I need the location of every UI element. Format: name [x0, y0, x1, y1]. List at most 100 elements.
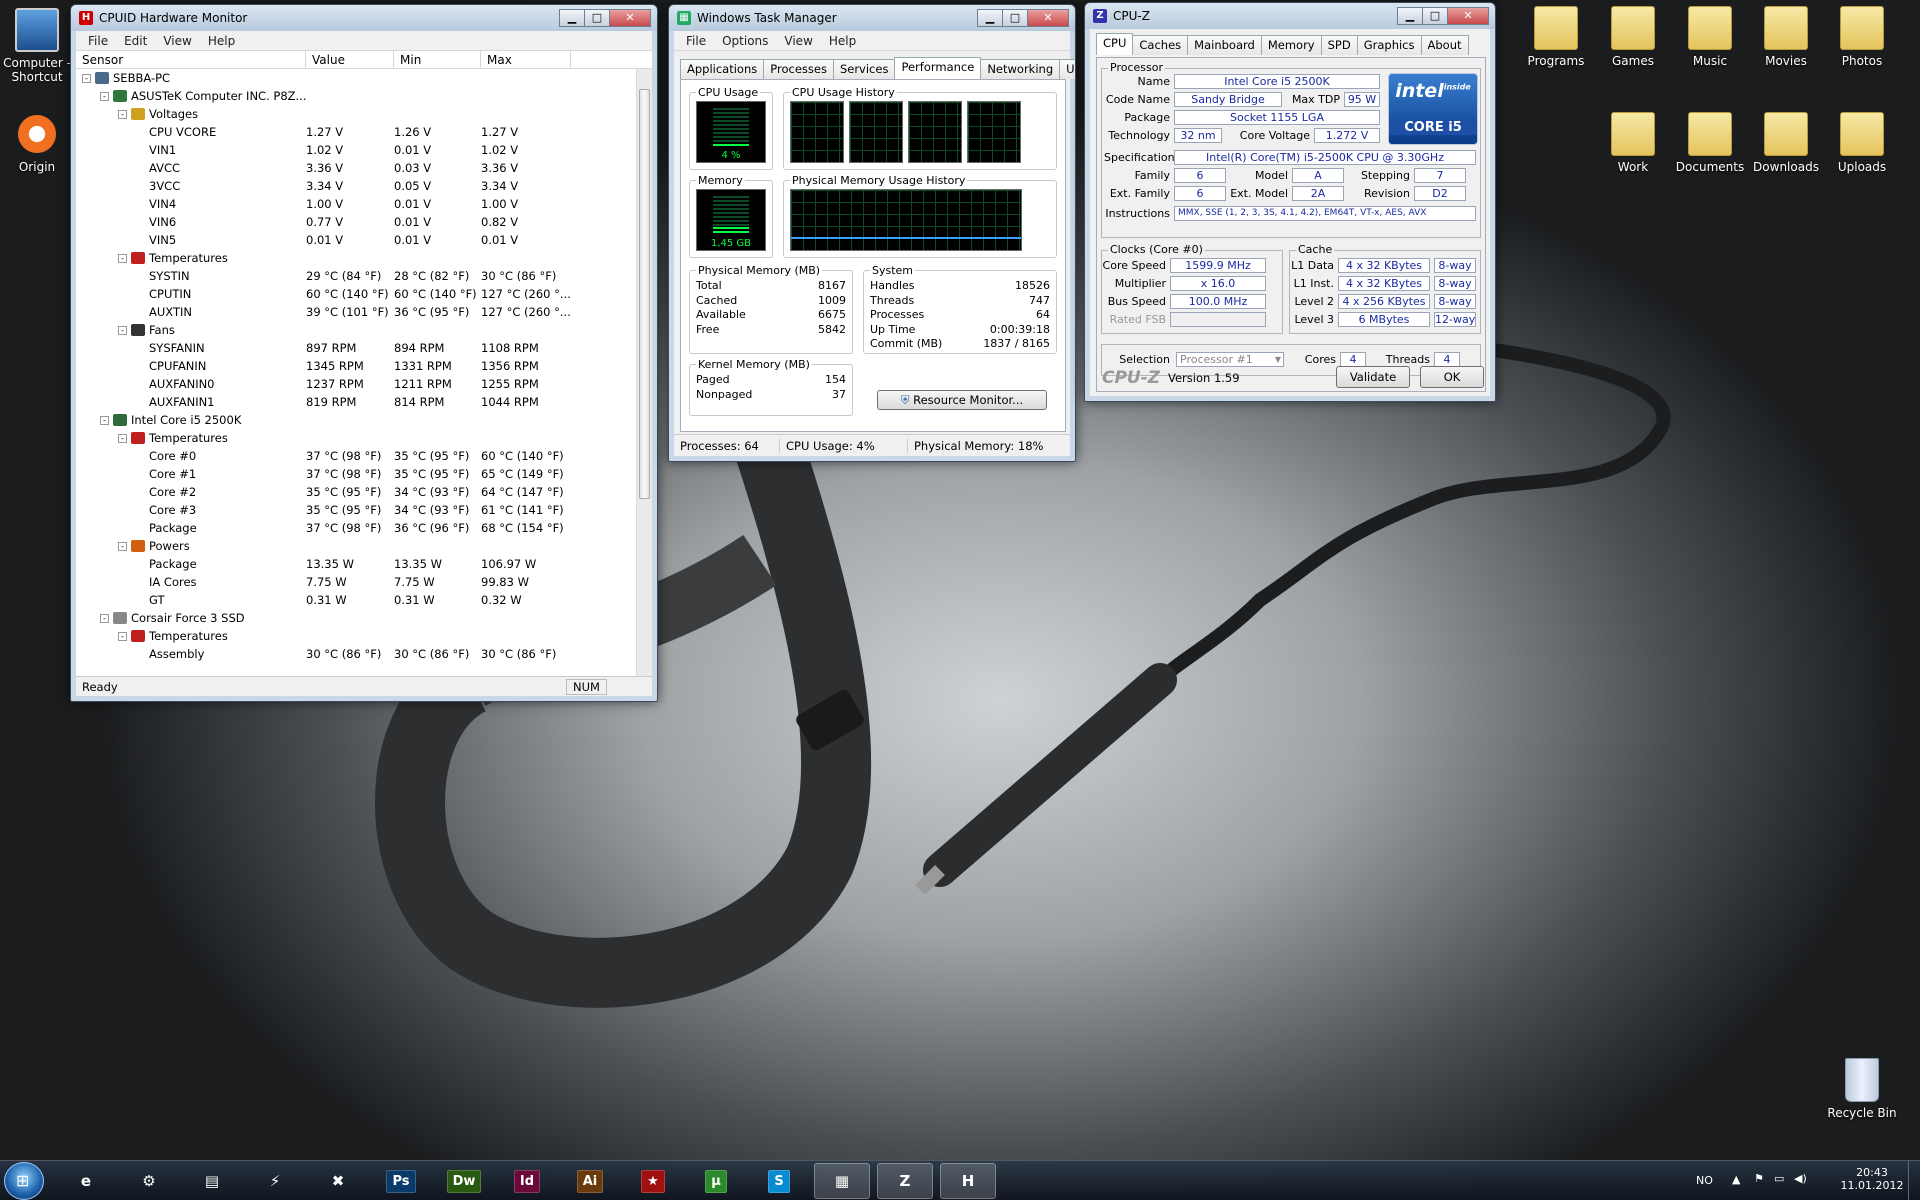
menu-edit[interactable]: Edit	[116, 34, 155, 48]
clock[interactable]: 20:43 11.01.2012	[1840, 1166, 1904, 1192]
task-manager-window[interactable]: ▦ Windows Task Manager ▁ □ ✕ File Options …	[668, 4, 1076, 462]
sensor-row[interactable]: - Corsair Force 3 SSD	[76, 609, 636, 627]
desktop-icon-music[interactable]: Music	[1668, 6, 1752, 68]
desktop-icon-uploads[interactable]: Uploads	[1820, 112, 1904, 174]
sensor-row[interactable]: CPUFANIN 1345 RPM 1331 RPM 1356 RPM	[76, 357, 636, 375]
tab-processes[interactable]: Processes	[763, 59, 834, 79]
tree-expander-icon[interactable]: -	[118, 433, 127, 443]
sensor-row[interactable]: AVCC 3.36 V 0.03 V 3.36 V	[76, 159, 636, 177]
sensor-row[interactable]: AUXTIN 39 °C (101 °F) 36 °C (95 °F) 127 °C …	[76, 303, 636, 321]
column-header-value[interactable]: Value	[306, 51, 394, 68]
menu-options[interactable]: Options	[714, 34, 776, 48]
column-header-sensor[interactable]: Sensor	[76, 51, 306, 68]
sensor-row[interactable]: Assembly 30 °C (86 °F) 30 °C (86 °F) 30 °C …	[76, 645, 636, 663]
sensor-row[interactable]: Core #2 35 °C (95 °F) 34 °C (93 °F) 64 °C (…	[76, 483, 636, 501]
tab-cpu[interactable]: CPU	[1096, 33, 1134, 55]
desktop-icon-photos[interactable]: Photos	[1820, 6, 1904, 68]
tab-mainboard[interactable]: Mainboard	[1187, 35, 1262, 55]
tab-about[interactable]: About	[1420, 35, 1469, 55]
sensor-row[interactable]: VIN6 0.77 V 0.01 V 0.82 V	[76, 213, 636, 231]
desktop-icon-documents[interactable]: Documents	[1668, 112, 1752, 174]
sensor-row[interactable]: Package 13.35 W 13.35 W 106.97 W	[76, 555, 636, 573]
maximize-button[interactable]: □	[1422, 7, 1448, 25]
taskbar-button-utorrent[interactable]: µ	[688, 1163, 744, 1199]
sensor-row[interactable]: GT 0.31 W 0.31 W 0.32 W	[76, 591, 636, 609]
sensor-row[interactable]: - Voltages	[76, 105, 636, 123]
desktop-icon-recycle-bin[interactable]: Recycle Bin	[1820, 1058, 1904, 1120]
maximize-button[interactable]: □	[584, 9, 610, 27]
sensor-row[interactable]: - Temperatures	[76, 429, 636, 447]
sensor-row[interactable]: CPU VCORE 1.27 V 1.26 V 1.27 V	[76, 123, 636, 141]
tree-expander-icon[interactable]: -	[118, 541, 127, 551]
tab-caches[interactable]: Caches	[1132, 35, 1189, 55]
close-button[interactable]: ✕	[1447, 7, 1489, 25]
taskbar-button-file-explorer[interactable]: ▤	[184, 1163, 240, 1199]
desktop-icon-work[interactable]: Work	[1591, 112, 1675, 174]
sensor-row[interactable]: AUXFANIN0 1237 RPM 1211 RPM 1255 RPM	[76, 375, 636, 393]
ok-button[interactable]: OK	[1420, 366, 1484, 388]
minimize-button[interactable]: ▁	[977, 9, 1003, 27]
taskbar-button-cpu-z[interactable]: Z	[877, 1163, 933, 1199]
show-desktop-button[interactable]	[1908, 1161, 1920, 1200]
action-center-icon[interactable]: ⚑	[1754, 1172, 1764, 1185]
close-button[interactable]: ✕	[609, 9, 651, 27]
volume-icon[interactable]: ◀)	[1794, 1172, 1807, 1185]
sensor-row[interactable]: - Temperatures	[76, 249, 636, 267]
taskbar-button-network-app[interactable]: ⚙	[121, 1163, 177, 1199]
start-button[interactable]: ⊞	[4, 1162, 44, 1200]
menu-view[interactable]: View	[155, 34, 199, 48]
taskbar-button-internet-explorer[interactable]: e	[58, 1163, 114, 1199]
desktop-icon-downloads[interactable]: Downloads	[1744, 112, 1828, 174]
sensor-row[interactable]: - Intel Core i5 2500K	[76, 411, 636, 429]
tab-services[interactable]: Services	[832, 59, 896, 79]
taskbar-button-indesign[interactable]: Id	[499, 1163, 555, 1199]
taskbar-button-task-manager[interactable]: ▦	[814, 1163, 870, 1199]
taskbar-button-chip-app[interactable]: ✖	[310, 1163, 366, 1199]
sensor-row[interactable]: - Temperatures	[76, 627, 636, 645]
sensor-row[interactable]: - SEBBA-PC	[76, 69, 636, 87]
sensor-row[interactable]: SYSTIN 29 °C (84 °F) 28 °C (82 °F) 30 °C (8…	[76, 267, 636, 285]
tree-expander-icon[interactable]: -	[118, 325, 127, 335]
tree-expander-icon[interactable]: -	[118, 253, 127, 263]
column-header-max[interactable]: Max	[481, 51, 571, 68]
close-button[interactable]: ✕	[1027, 9, 1069, 27]
tab-users[interactable]: Users	[1059, 59, 1075, 79]
tab-performance[interactable]: Performance	[894, 57, 982, 79]
validate-button[interactable]: Validate	[1336, 366, 1410, 388]
sensor-tree[interactable]: - SEBBA-PC - ASUSTeK Computer INC. P8Z... - V…	[76, 69, 636, 676]
desktop-icon-computer[interactable]: Computer - Shortcut	[0, 8, 74, 84]
minimize-button[interactable]: ▁	[1397, 7, 1423, 25]
tray-expand-icon[interactable]: ▲	[1732, 1173, 1740, 1186]
tab-graphics[interactable]: Graphics	[1356, 35, 1422, 55]
column-header-min[interactable]: Min	[394, 51, 481, 68]
tree-expander-icon[interactable]: -	[118, 109, 127, 119]
vertical-scrollbar[interactable]	[636, 69, 652, 676]
taskbar-button-pokerstars[interactable]: ★	[625, 1163, 681, 1199]
desktop-icon-programs[interactable]: Programs	[1514, 6, 1598, 68]
menu-file[interactable]: File	[678, 34, 714, 48]
sensor-row[interactable]: IA Cores 7.75 W 7.75 W 99.83 W	[76, 573, 636, 591]
taskbar-button-skype[interactable]: S	[751, 1163, 807, 1199]
language-indicator[interactable]: NO	[1696, 1174, 1713, 1187]
tab-memory[interactable]: Memory	[1260, 35, 1322, 55]
scrollbar-thumb[interactable]	[639, 89, 650, 499]
desktop-icon-movies[interactable]: Movies	[1744, 6, 1828, 68]
sensor-row[interactable]: 3VCC 3.34 V 0.05 V 3.34 V	[76, 177, 636, 195]
title-bar[interactable]: ▦ Windows Task Manager ▁ □ ✕	[669, 5, 1075, 31]
menu-help[interactable]: Help	[821, 34, 864, 48]
taskbar-button-photoshop[interactable]: Ps	[373, 1163, 429, 1199]
tab-spd[interactable]: SPD	[1320, 35, 1358, 55]
minimize-button[interactable]: ▁	[559, 9, 585, 27]
desktop-icon-origin[interactable]: Origin	[0, 112, 74, 174]
maximize-button[interactable]: □	[1002, 9, 1028, 27]
taskbar-button-hwmonitor[interactable]: H	[940, 1163, 996, 1199]
sensor-row[interactable]: VIN4 1.00 V 0.01 V 1.00 V	[76, 195, 636, 213]
sensor-row[interactable]: - Powers	[76, 537, 636, 555]
menu-help[interactable]: Help	[200, 34, 243, 48]
taskbar-button-illustrator[interactable]: Ai	[562, 1163, 618, 1199]
taskbar-button-winamp[interactable]: ⚡	[247, 1163, 303, 1199]
sensor-row[interactable]: Core #3 35 °C (95 °F) 34 °C (93 °F) 61 °C (…	[76, 501, 636, 519]
sensor-row[interactable]: VIN5 0.01 V 0.01 V 0.01 V	[76, 231, 636, 249]
tree-expander-icon[interactable]: -	[118, 631, 127, 641]
tab-networking[interactable]: Networking	[980, 59, 1061, 79]
